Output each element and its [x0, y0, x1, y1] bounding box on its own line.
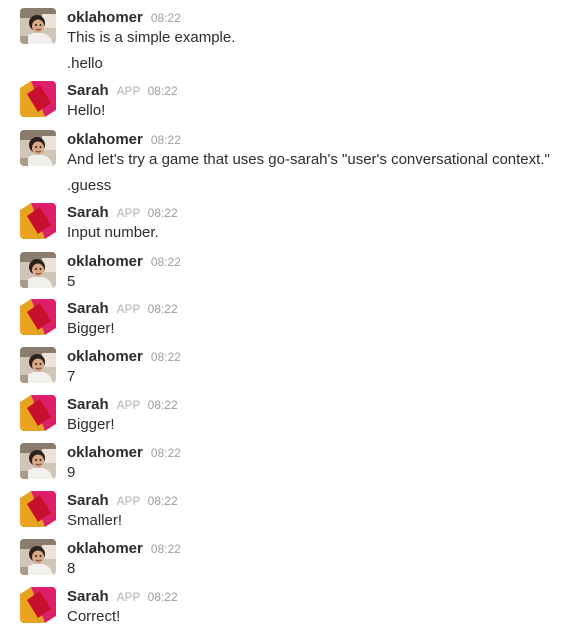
user-photo-icon	[20, 443, 56, 479]
sarah-logo-icon	[20, 299, 56, 335]
author-name[interactable]: oklahomer	[67, 131, 143, 148]
message-header: oklahomer 08:22	[67, 8, 181, 28]
user-photo-icon	[20, 539, 56, 575]
message-timestamp[interactable]: 08:22	[148, 84, 178, 98]
message-item: oklahomer 08:22 8	[0, 539, 568, 585]
message-text: .hello	[67, 55, 103, 72]
author-name[interactable]: Sarah	[67, 300, 109, 317]
message-text: And let's try a game that uses go-sarah'…	[67, 151, 550, 168]
message-header: Sarah APP 08:22	[67, 203, 178, 223]
message-text: Input number.	[67, 224, 159, 241]
message-header: Sarah APP 08:22	[67, 299, 178, 319]
user-photo-icon	[20, 130, 56, 166]
sarah-logo-icon	[20, 81, 56, 117]
message-header: Sarah APP 08:22	[67, 587, 178, 607]
author-name[interactable]: Sarah	[67, 82, 109, 99]
message-item: oklahomer 08:22 7	[0, 347, 568, 393]
message-text: .guess	[67, 177, 112, 194]
message-text: Hello!	[67, 102, 106, 119]
message-text: 7	[67, 368, 76, 385]
sarah-logo-icon	[20, 491, 56, 527]
message-text: Bigger!	[67, 320, 115, 337]
message-timestamp[interactable]: 08:22	[148, 206, 178, 220]
message-text: 9	[67, 464, 76, 481]
message-timestamp[interactable]: 08:22	[148, 302, 178, 316]
author-name[interactable]: Sarah	[67, 588, 109, 605]
sarah-app-avatar[interactable]	[20, 299, 56, 335]
message-item: Sarah APP 08:22 Correct!	[0, 587, 568, 633]
message-list: oklahomer 08:22 This is a simple example..…	[0, 0, 568, 633]
author-name[interactable]: oklahomer	[67, 444, 143, 461]
message-item: Sarah APP 08:22 Input number.	[0, 203, 568, 249]
message-timestamp[interactable]: 08:22	[148, 590, 178, 604]
message-header: Sarah APP 08:22	[67, 81, 178, 101]
message-text: 5	[67, 273, 76, 290]
author-name[interactable]: oklahomer	[67, 9, 143, 26]
app-badge: APP	[116, 86, 141, 98]
message-timestamp[interactable]: 08:22	[151, 255, 181, 269]
message-timestamp[interactable]: 08:22	[148, 494, 178, 508]
message-timestamp[interactable]: 08:22	[151, 542, 181, 556]
author-name[interactable]: Sarah	[67, 396, 109, 413]
author-name[interactable]: Sarah	[67, 492, 109, 509]
message-text: Bigger!	[67, 416, 115, 433]
user-avatar[interactable]	[20, 8, 56, 44]
sarah-logo-icon	[20, 203, 56, 239]
app-badge: APP	[116, 400, 141, 412]
message-item: oklahomer 08:22 5	[0, 252, 568, 298]
user-photo-icon	[20, 252, 56, 288]
sarah-app-avatar[interactable]	[20, 81, 56, 117]
message-text: 8	[67, 560, 76, 577]
message-item: oklahomer 08:22 And let's try a game that …	[0, 130, 568, 202]
message-text: This is a simple example.	[67, 29, 236, 46]
user-photo-icon	[20, 347, 56, 383]
sarah-logo-icon	[20, 587, 56, 623]
message-timestamp[interactable]: 08:22	[151, 350, 181, 364]
author-name[interactable]: oklahomer	[67, 348, 143, 365]
sarah-app-avatar[interactable]	[20, 395, 56, 431]
message-item: Sarah APP 08:22 Bigger!	[0, 299, 568, 345]
user-avatar[interactable]	[20, 252, 56, 288]
message-header: Sarah APP 08:22	[67, 491, 178, 511]
sarah-app-avatar[interactable]	[20, 491, 56, 527]
message-text: Correct!	[67, 608, 121, 625]
message-text: Smaller!	[67, 512, 123, 529]
message-header: oklahomer 08:22	[67, 347, 181, 367]
message-item: oklahomer 08:22 This is a simple example..…	[0, 8, 568, 80]
message-timestamp[interactable]: 08:22	[148, 398, 178, 412]
message-header: oklahomer 08:22	[67, 539, 181, 559]
message-item: oklahomer 08:22 9	[0, 443, 568, 489]
sarah-logo-icon	[20, 395, 56, 431]
author-name[interactable]: oklahomer	[67, 253, 143, 270]
message-timestamp[interactable]: 08:22	[151, 11, 181, 25]
message-header: oklahomer 08:22	[67, 130, 181, 150]
app-badge: APP	[116, 592, 141, 604]
app-badge: APP	[116, 496, 141, 508]
author-name[interactable]: oklahomer	[67, 540, 143, 557]
user-photo-icon	[20, 8, 56, 44]
message-item: Sarah APP 08:22 Hello!	[0, 81, 568, 127]
author-name[interactable]: Sarah	[67, 204, 109, 221]
user-avatar[interactable]	[20, 347, 56, 383]
message-timestamp[interactable]: 08:22	[151, 133, 181, 147]
message-timestamp[interactable]: 08:22	[151, 446, 181, 460]
message-item: Sarah APP 08:22 Smaller!	[0, 491, 568, 537]
message-header: oklahomer 08:22	[67, 252, 181, 272]
user-avatar[interactable]	[20, 443, 56, 479]
sarah-app-avatar[interactable]	[20, 203, 56, 239]
user-avatar[interactable]	[20, 539, 56, 575]
message-item: Sarah APP 08:22 Bigger!	[0, 395, 568, 441]
sarah-app-avatar[interactable]	[20, 587, 56, 623]
app-badge: APP	[116, 208, 141, 220]
message-header: Sarah APP 08:22	[67, 395, 178, 415]
user-avatar[interactable]	[20, 130, 56, 166]
message-header: oklahomer 08:22	[67, 443, 181, 463]
app-badge: APP	[116, 304, 141, 316]
